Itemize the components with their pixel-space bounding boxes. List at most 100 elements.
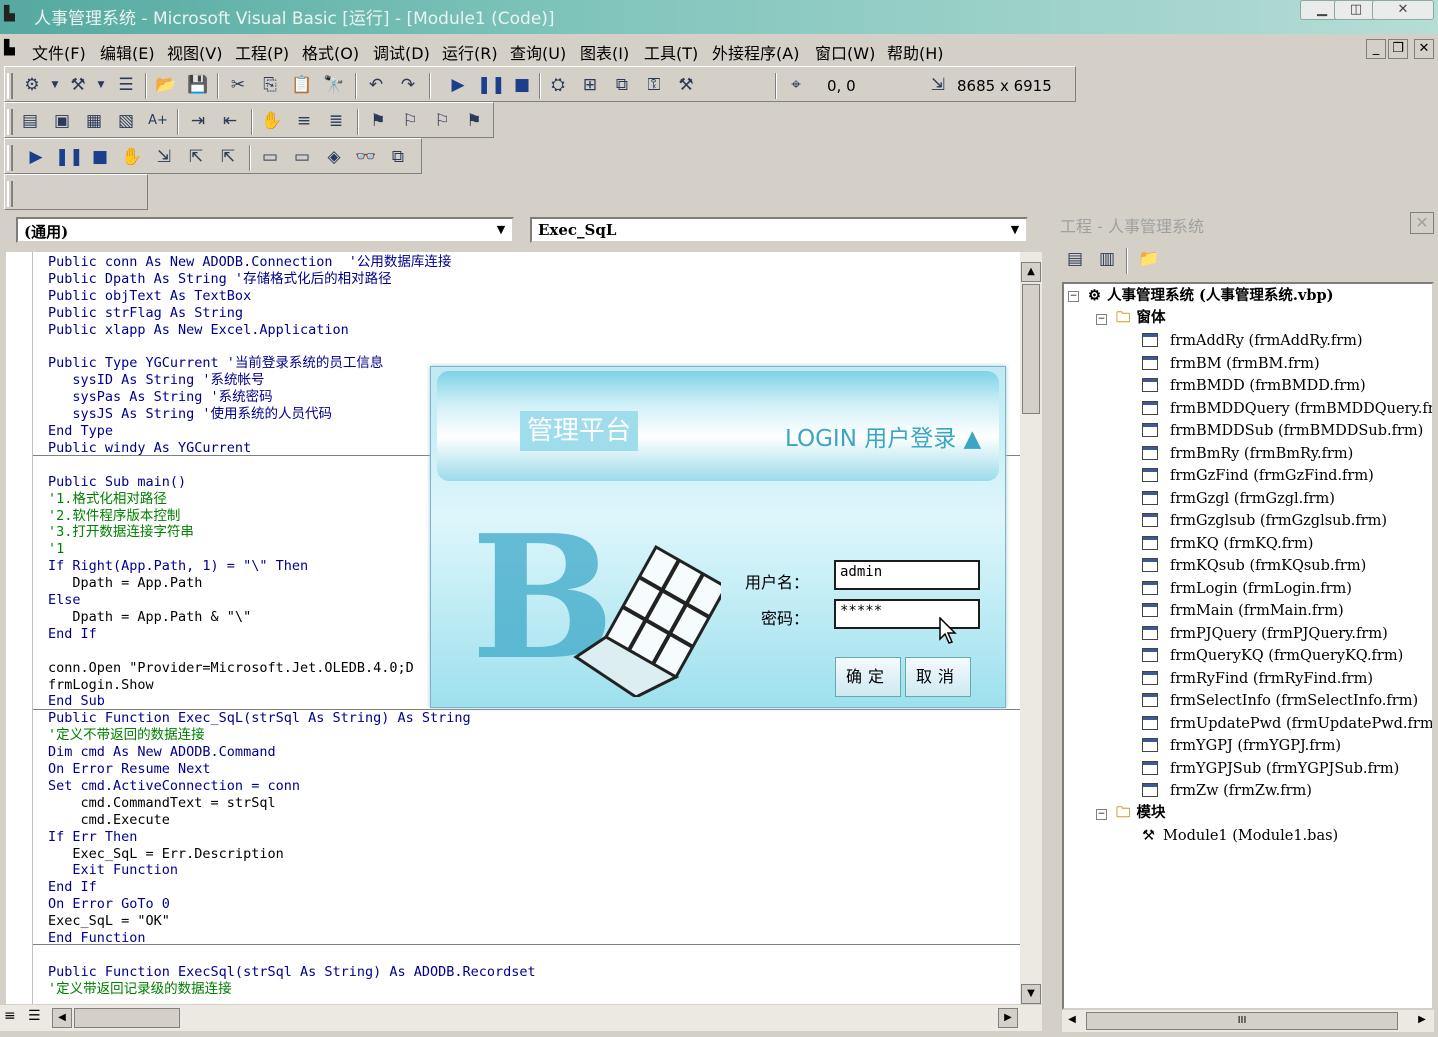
paste-icon[interactable]: 📋 <box>289 72 315 98</box>
code-line[interactable]: '1 <box>48 541 64 558</box>
form-node[interactable]: frmQueryKQ (frmQueryKQ.frm) <box>1142 646 1403 666</box>
toolbox-icon[interactable]: ⚒ <box>673 72 699 98</box>
form-node[interactable]: frmYGPJSub (frmYGPJSub.frm) <box>1142 759 1399 779</box>
code-line[interactable]: cmd.Execute <box>48 812 170 829</box>
add-project-icon[interactable]: ⚙ <box>19 72 45 98</box>
mdi-child-icon[interactable]: ▙ <box>4 40 15 56</box>
code-line[interactable]: End Type <box>48 423 113 440</box>
code-line[interactable]: Else <box>48 592 81 609</box>
view-code-icon[interactable]: ▤ <box>1062 246 1088 272</box>
margin-indicator-bar[interactable] <box>6 252 33 1004</box>
form-node[interactable]: frmLogin (frmLogin.frm) <box>1142 579 1352 599</box>
module-node[interactable]: ⚒ Module1 (Module1.bas) <box>1142 826 1338 846</box>
form-node[interactable]: frmRyFind (frmRyFind.frm) <box>1142 669 1373 689</box>
object-browser-icon[interactable]: ⚿ <box>641 72 667 98</box>
uncomment-block-icon[interactable]: ≣ <box>323 108 349 134</box>
project-tree[interactable]: − ⚙ 人事管理系统 (人事管理系统.vbp) − 🗀 窗体 frmAddRy (f… <box>1062 282 1434 1010</box>
menu-project[interactable]: 工程(P) <box>235 40 289 64</box>
outdent-icon[interactable]: ⇤ <box>217 108 243 134</box>
form-node[interactable]: frmBMDDQuery (frmBMDDQuery.frm) <box>1142 399 1432 419</box>
code-line[interactable]: conn.Open "Provider=Microsoft.Jet.OLEDB.… <box>48 660 414 677</box>
scroll-left-icon[interactable]: ◀ <box>1062 1011 1082 1031</box>
menu-window[interactable]: 窗口(W) <box>815 40 875 64</box>
toggle-folders-icon[interactable]: 📁 <box>1136 246 1162 272</box>
mdi-close-button[interactable]: ✕ <box>1414 39 1434 59</box>
project-root-node[interactable]: ⚙ 人事管理系统 (人事管理系统.vbp) <box>1088 286 1334 306</box>
code-line[interactable]: sysID As String '系统帐号 <box>48 372 264 389</box>
list-constants-icon[interactable]: ▣ <box>49 108 75 134</box>
cut-icon[interactable]: ✂ <box>225 72 251 98</box>
form-node[interactable]: frmKQ (frmKQ.frm) <box>1142 534 1313 554</box>
form-node[interactable]: frmGzgl (frmGzgl.frm) <box>1142 489 1335 509</box>
debug-end-icon[interactable]: ■ <box>87 144 113 170</box>
code-line[interactable]: Public objText As TextBox <box>48 288 251 305</box>
code-line[interactable]: Public Sub main() <box>48 474 186 491</box>
procedure-combo[interactable]: Exec_SqL ▼ <box>530 217 1028 243</box>
code-line[interactable]: Public Function ExecSql(strSql As String… <box>48 964 536 981</box>
open-project-icon[interactable]: 📂 <box>153 72 179 98</box>
menu-diagram[interactable]: 图表(I) <box>580 40 629 64</box>
menu-file[interactable]: 文件(F) <box>32 40 86 64</box>
collapse-icon[interactable]: − <box>1068 291 1079 302</box>
close-button[interactable]: ✕ <box>1372 0 1434 20</box>
h-scroll-thumb[interactable] <box>74 1008 180 1028</box>
form-layout-icon[interactable]: ⧉ <box>609 72 635 98</box>
code-line[interactable]: If Right(App.Path, 1) = "\" Then <box>48 558 308 575</box>
chevron-down-icon[interactable]: ▼ <box>492 221 510 239</box>
code-line[interactable]: Exec_SqL = "OK" <box>48 913 170 930</box>
code-line[interactable]: sysPas As String '系统密码 <box>48 389 272 406</box>
code-line[interactable]: End If <box>48 879 97 896</box>
code-line[interactable]: sysJS As String '使用系统的人员代码 <box>48 406 332 423</box>
code-line[interactable]: End If <box>48 626 97 643</box>
next-bookmark-icon[interactable]: ⚐ <box>397 108 423 134</box>
code-line[interactable]: End Sub <box>48 693 105 710</box>
debug-breakpoint-icon[interactable]: ✋ <box>119 144 145 170</box>
scroll-thumb[interactable] <box>1022 284 1040 414</box>
menu-run[interactable]: 运行(R) <box>442 40 498 64</box>
add-form-icon[interactable]: ⚒ <box>65 72 91 98</box>
code-line[interactable]: Public strFlag As String <box>48 305 243 322</box>
modules-folder-node[interactable]: 🗀 模块 <box>1116 803 1166 823</box>
find-icon[interactable]: 🔭 <box>321 72 347 98</box>
scroll-left-icon[interactable]: ◀ <box>52 1008 72 1028</box>
menu-format[interactable]: 格式(O) <box>302 40 359 64</box>
locals-window-icon[interactable]: ▭ <box>257 144 283 170</box>
menu-help[interactable]: 帮助(H) <box>887 40 944 64</box>
code-line[interactable]: Dpath = App.Path <box>48 575 202 592</box>
form-node[interactable]: frmBmRy (frmBmRy.frm) <box>1142 444 1353 464</box>
code-line[interactable]: frmLogin.Show <box>48 677 154 694</box>
mdi-restore-button[interactable]: ❐ <box>1388 39 1408 59</box>
project-horizontal-scrollbar[interactable]: ◀ III ▶ <box>1062 1010 1434 1032</box>
debug-break-icon[interactable]: ❚❚ <box>55 144 84 170</box>
view-object-icon[interactable]: ▥ <box>1094 246 1120 272</box>
step-out-icon[interactable]: ⇱ <box>215 144 241 170</box>
code-line[interactable]: '1.格式化相对路径 <box>48 491 167 508</box>
indent-icon[interactable]: ⇥ <box>185 108 211 134</box>
menu-edit[interactable]: 编辑(E) <box>100 40 155 64</box>
chevron-down-icon[interactable]: ▼ <box>1006 221 1024 239</box>
parameter-info-icon[interactable]: ▧ <box>113 108 139 134</box>
code-line[interactable]: On Error Resume Next <box>48 761 211 778</box>
form-node[interactable]: frmGzFind (frmGzFind.frm) <box>1142 466 1374 486</box>
menu-addins[interactable]: 外接程序(A) <box>712 40 799 64</box>
previous-bookmark-icon[interactable]: ⚐ <box>429 108 455 134</box>
break-icon[interactable]: ❚❚ <box>477 72 506 98</box>
start-icon[interactable]: ▶ <box>445 72 471 98</box>
end-icon[interactable]: ■ <box>509 72 535 98</box>
properties-window-icon[interactable]: ⊞ <box>577 72 603 98</box>
scroll-down-icon[interactable]: ▼ <box>1021 984 1041 1004</box>
call-stack-icon[interactable]: ⧉ <box>385 144 411 170</box>
code-line[interactable]: Public Dpath As String '存储格式化后的相对路径 <box>48 271 392 288</box>
watch-window-icon[interactable]: ◈ <box>321 144 347 170</box>
code-line[interactable]: Dim cmd As New ADODB.Command <box>48 744 276 761</box>
step-into-icon[interactable]: ⇲ <box>151 144 177 170</box>
code-line[interactable]: Public xlapp As New Excel.Application <box>48 322 349 339</box>
code-line[interactable]: '定义不带返回的数据连接 <box>48 727 205 744</box>
toggle-breakpoint-icon[interactable]: ✋ <box>259 108 285 134</box>
code-line[interactable]: On Error GoTo 0 <box>48 896 170 913</box>
collapse-icon[interactable]: − <box>1096 809 1107 820</box>
menu-view[interactable]: 视图(V) <box>167 40 222 64</box>
close-icon[interactable]: ✕ <box>1410 212 1434 234</box>
copy-icon[interactable]: ⎘ <box>257 72 283 98</box>
toolbar-grip[interactable] <box>7 109 13 135</box>
